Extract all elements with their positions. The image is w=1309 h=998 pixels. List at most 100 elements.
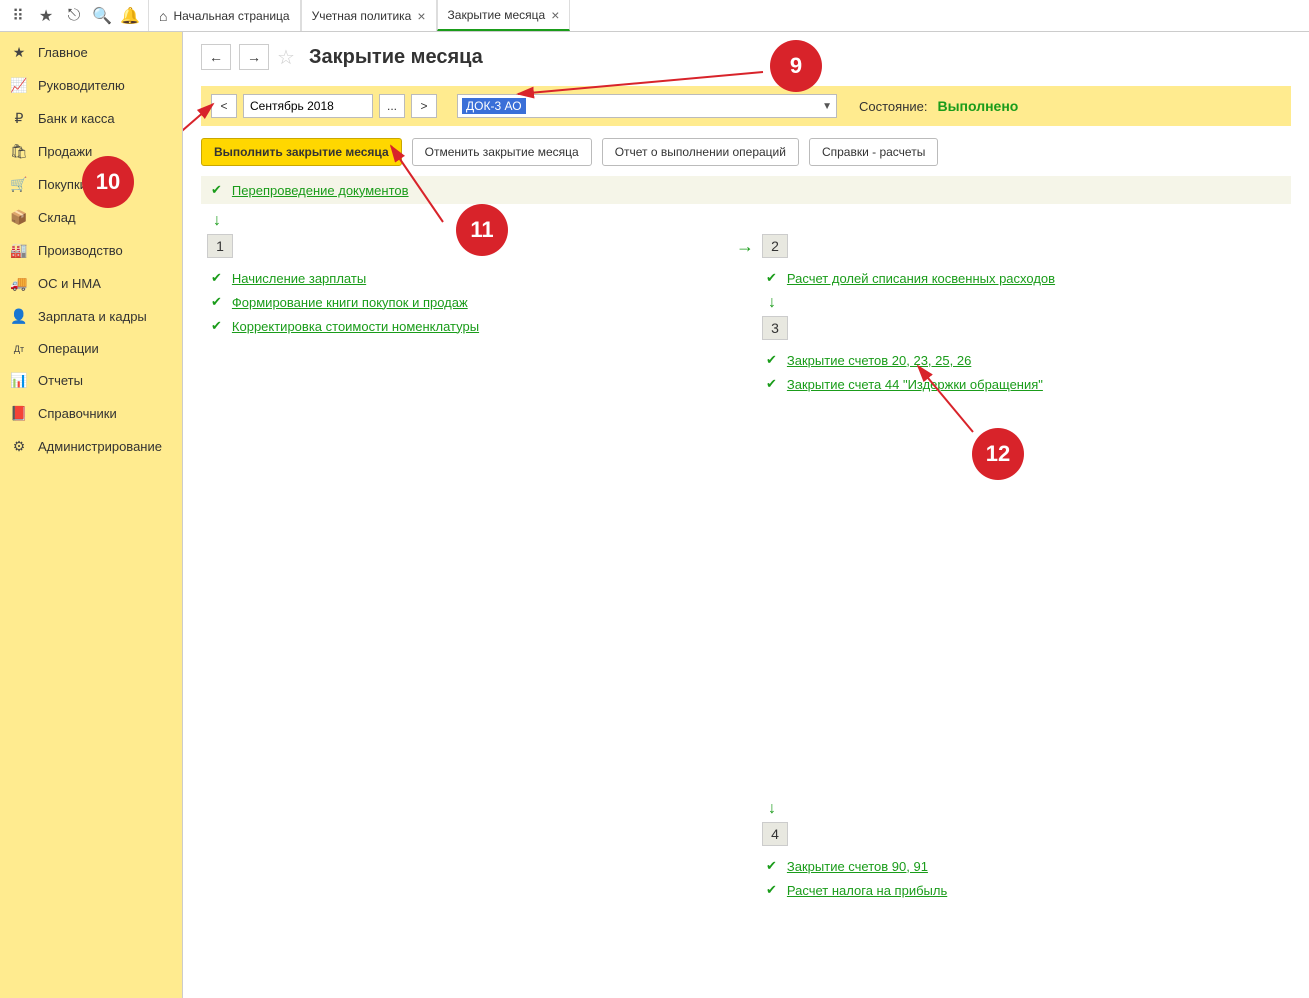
box-icon: 📦 (10, 209, 28, 226)
forward-button[interactable]: → (239, 44, 269, 70)
toolbar-icons: ⠿ ★ ⎋ 🔍 🔔 (0, 0, 148, 31)
organization-value: ДОК-3 АО (462, 98, 526, 114)
top-toolbar: ⠿ ★ ⎋ 🔍 🔔 ⌂ Начальная страница Учетная п… (0, 0, 1309, 32)
operations-report-button[interactable]: Отчет о выполнении операций (602, 138, 799, 166)
tab-accounting-policy[interactable]: Учетная политика × (301, 0, 437, 31)
section-number: 1 (207, 234, 233, 258)
check-icon: ✔ (766, 882, 777, 898)
operation-row: ✔ Начисление зарплаты (201, 266, 736, 290)
callout-9: 9 (770, 40, 822, 92)
operation-row: ✔ Закрытие счетов 90, 91 (756, 854, 1291, 878)
bell-icon[interactable]: 🔔 (116, 2, 144, 30)
sidebar-item-operations[interactable]: Дт Операции (0, 333, 182, 364)
favorite-icon[interactable]: ☆ (277, 45, 295, 70)
tab-label: Учетная политика (312, 9, 412, 23)
sidebar-item-directories[interactable]: 📕Справочники (0, 397, 182, 430)
references-button[interactable]: Справки - расчеты (809, 138, 938, 166)
sidebar-item-label: Продажи (38, 144, 92, 159)
section-number: 3 (762, 316, 788, 340)
sidebar-item-assets[interactable]: 🚚 ОС и НМА (0, 267, 182, 300)
barchart-icon: 📊 (10, 372, 28, 389)
period-more-button[interactable]: ... (379, 94, 405, 118)
book-icon: 📕 (10, 405, 28, 422)
section-number: 4 (762, 822, 788, 846)
dtk-icon: Дт (10, 344, 28, 354)
gear-icon: ⚙ (10, 438, 28, 455)
cancel-close-button[interactable]: Отменить закрытие месяца (412, 138, 592, 166)
op-close-account-44[interactable]: Закрытие счета 44 "Издержки обращения" (787, 377, 1043, 392)
arrow-down-icon: ↓ (768, 294, 1291, 312)
period-next-button[interactable]: > (411, 94, 437, 118)
close-icon[interactable]: × (551, 7, 559, 23)
reprocessing-row: ✔ Перепроведение документов (201, 176, 1291, 204)
sidebar-item-label: Покупки (38, 177, 87, 192)
period-row: < ... > ДОК-3 АО ▼ Состояние: Выполнено (201, 86, 1291, 126)
ruble-icon: ₽ (10, 110, 28, 127)
header-row: ← → ☆ Закрытие месяца (201, 44, 1291, 70)
factory-icon: 🏭 (10, 242, 28, 259)
callout-11: 11 (456, 204, 508, 256)
op-purchase-book[interactable]: Формирование книги покупок и продаж (232, 295, 468, 310)
sidebar-item-payroll[interactable]: 👤Зарплата и кадры (0, 300, 182, 333)
sidebar-item-label: Банк и касса (38, 111, 115, 126)
organization-field[interactable]: ДОК-3 АО ▼ (457, 94, 837, 118)
operation-row: ✔ Закрытие счетов 20, 23, 25, 26 (756, 348, 1291, 372)
op-cost-correction[interactable]: Корректировка стоимости номенклатуры (232, 319, 479, 334)
operation-row: ✔ Закрытие счета 44 "Издержки обращения" (756, 372, 1291, 396)
sidebar-item-label: ОС и НМА (38, 276, 101, 291)
period-prev-button[interactable]: < (211, 94, 237, 118)
tab-label: Закрытие месяца (448, 8, 546, 22)
star-icon: ★ (10, 44, 28, 61)
sidebar-item-label: Склад (38, 210, 76, 225)
sidebar-item-label: Операции (38, 341, 99, 356)
column-2: → 2 ✔ Расчет долей списания косвенных ра… (756, 234, 1291, 954)
sidebar-item-admin[interactable]: ⚙ Администрирование (0, 430, 182, 463)
back-button[interactable]: ← (201, 44, 231, 70)
op-close-accounts-20-26[interactable]: Закрытие счетов 20, 23, 25, 26 (787, 353, 971, 368)
sidebar-item-production[interactable]: 🏭 Производство (0, 234, 182, 267)
op-indirect-costs[interactable]: Расчет долей списания косвенных расходов (787, 271, 1055, 286)
tab-home[interactable]: ⌂ Начальная страница (148, 0, 301, 31)
arrow-down-icon: ↓ (213, 212, 1291, 230)
check-icon: ✔ (766, 376, 777, 392)
history-icon[interactable]: ⎋ (60, 2, 88, 30)
star-icon[interactable]: ★ (32, 2, 60, 30)
check-icon: ✔ (211, 318, 222, 334)
status-value: Выполнено (937, 98, 1018, 114)
sidebar-item-label: Администрирование (38, 439, 162, 454)
period-input[interactable] (243, 94, 373, 118)
callout-12: 12 (972, 428, 1024, 480)
tabs: ⌂ Начальная страница Учетная политика × … (148, 0, 570, 31)
execute-close-button[interactable]: Выполнить закрытие месяца (201, 138, 402, 166)
sidebar-item-bank[interactable]: ₽ Банк и касса (0, 102, 182, 135)
search-icon[interactable]: 🔍 (88, 2, 116, 30)
sidebar-item-warehouse[interactable]: 📦 Склад (0, 201, 182, 234)
sections-columns: 1 ✔ Начисление зарплаты ✔ Формирование к… (201, 234, 1291, 954)
sidebar-item-label: Производство (38, 243, 123, 258)
sidebar-item-manager[interactable]: 📈Руководителю (0, 69, 182, 102)
check-icon: ✔ (766, 858, 777, 874)
check-icon: ✔ (211, 294, 222, 310)
close-icon[interactable]: × (417, 8, 425, 24)
check-icon: ✔ (766, 352, 777, 368)
check-icon: ✔ (766, 270, 777, 286)
tab-month-close[interactable]: Закрытие месяца × (437, 0, 571, 31)
operation-row: ✔ Корректировка стоимости номенклатуры (201, 314, 736, 338)
op-income-tax[interactable]: Расчет налога на прибыль (787, 883, 947, 898)
chevron-down-icon[interactable]: ▼ (822, 101, 832, 112)
sidebar-item-label: Зарплата и кадры (38, 309, 147, 324)
truck-icon: 🚚 (10, 275, 28, 292)
section-number: 2 (762, 234, 788, 258)
sidebar-item-label: Главное (38, 45, 88, 60)
op-close-accounts-90-91[interactable]: Закрытие счетов 90, 91 (787, 859, 928, 874)
operation-row: ✔ Формирование книги покупок и продаж (201, 290, 736, 314)
op-payroll[interactable]: Начисление зарплаты (232, 271, 366, 286)
apps-icon[interactable]: ⠿ (4, 2, 32, 30)
reprocessing-link[interactable]: Перепроведение документов (232, 183, 409, 198)
status-label: Состояние: (859, 99, 927, 114)
cart-icon: 🛒 (10, 176, 28, 193)
sidebar-item-main[interactable]: ★ Главное (0, 36, 182, 69)
arrow-down-icon: ↓ (768, 800, 1291, 818)
sidebar-item-reports[interactable]: 📊Отчеты (0, 364, 182, 397)
bag-icon: 🛍 (10, 143, 28, 160)
